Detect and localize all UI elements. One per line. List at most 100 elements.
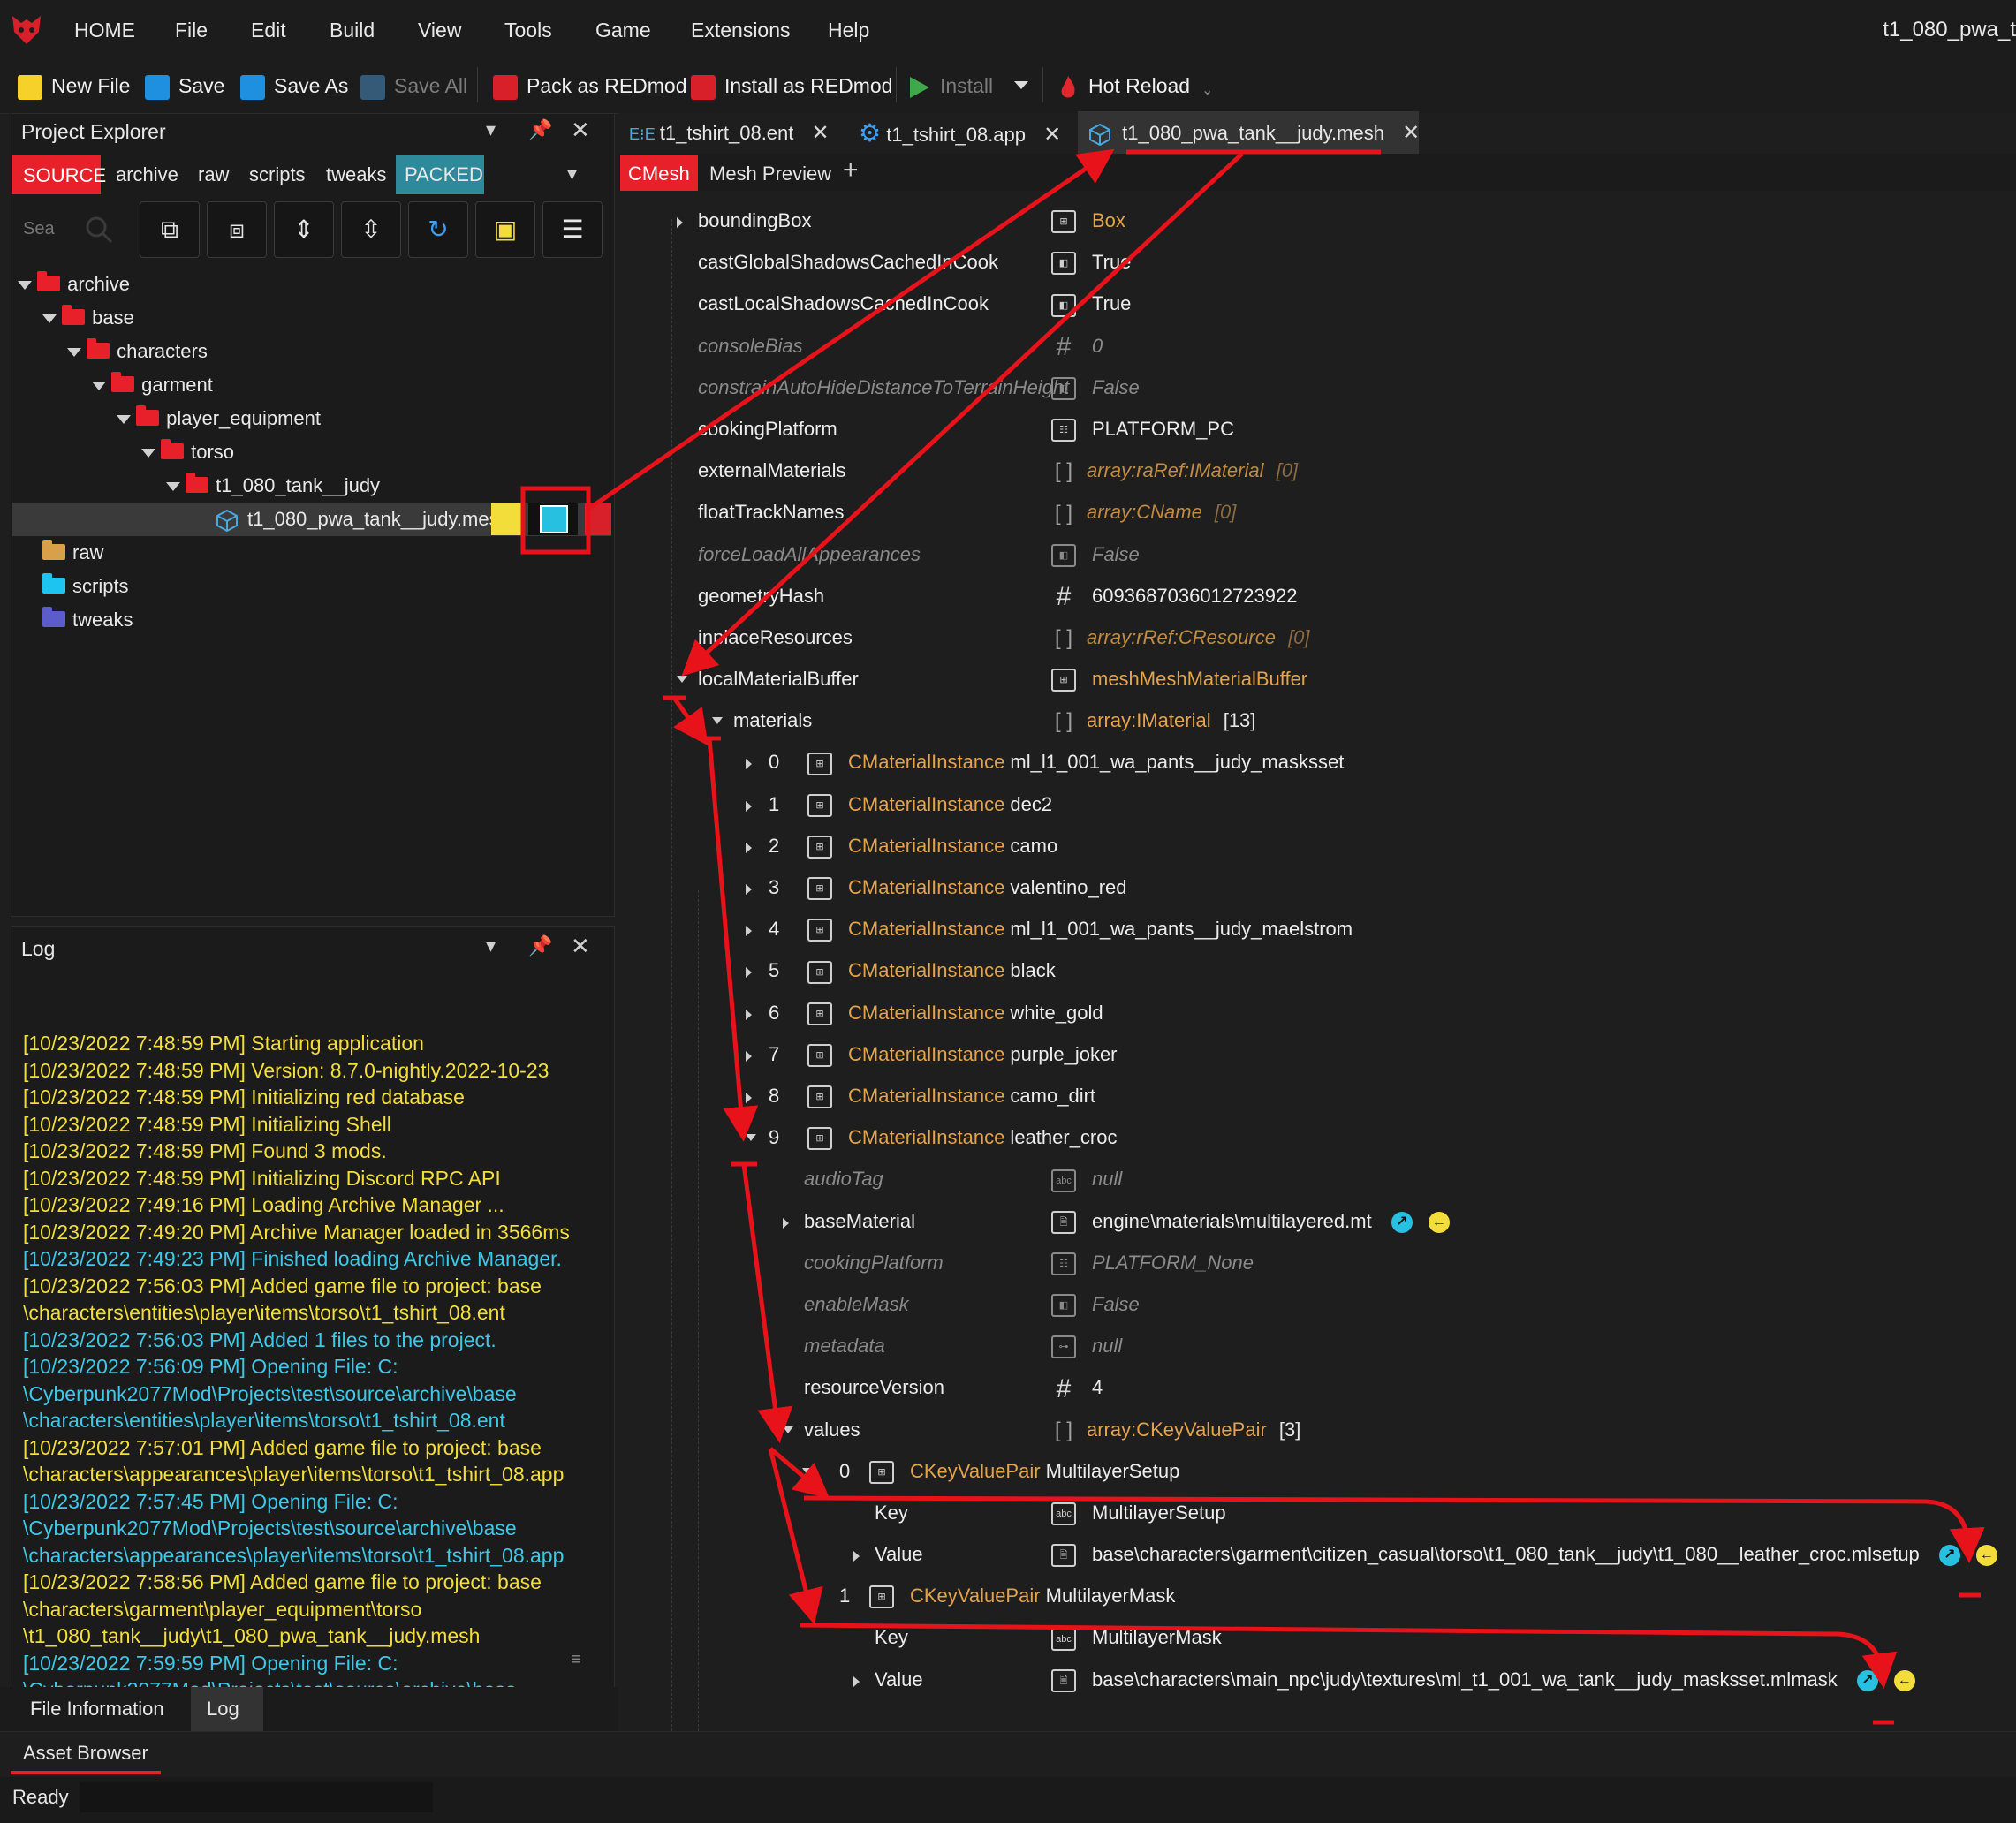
- collapse-caret-icon[interactable]: [802, 1592, 813, 1600]
- new-file-button[interactable]: New File: [18, 58, 130, 113]
- property-value[interactable]: 🗎 engine\materials\multilayered.mt ↗ ←: [1051, 1200, 1450, 1243]
- material-entry[interactable]: ⊞ CMaterialInstance ml_l1_001_wa_pants__j…: [807, 908, 1353, 950]
- doc-tab-app[interactable]: ⚙ t1_tshirt_08.app ✕: [859, 115, 1061, 152]
- tab-packed[interactable]: PACKED: [396, 155, 484, 194]
- tab-scripts[interactable]: scripts: [249, 163, 306, 186]
- expand-caret-icon[interactable]: [746, 1092, 752, 1103]
- doc-tab-ent[interactable]: E⁝E t1_tshirt_08.ent ✕: [629, 115, 830, 152]
- menu-edit[interactable]: Edit: [251, 0, 286, 58]
- menu-extensions[interactable]: Extensions: [691, 0, 791, 58]
- property-value[interactable]: [ ] array:CKeyValuePair [3]: [1051, 1409, 1300, 1451]
- install-dropdown-icon[interactable]: [1012, 76, 1030, 94]
- collapse-caret-icon[interactable]: [746, 1134, 756, 1142]
- expand-caret-icon[interactable]: [677, 217, 683, 228]
- pin-icon[interactable]: 📌: [528, 118, 552, 141]
- property-value[interactable]: #0: [1051, 325, 1103, 367]
- collapse-caret-icon[interactable]: [802, 1467, 813, 1475]
- tree-item-base[interactable]: base: [42, 301, 134, 335]
- property-value[interactable]: ◧ False: [1051, 367, 1140, 409]
- material-entry[interactable]: ⊞ CMaterialInstance purple_joker: [807, 1033, 1118, 1076]
- expand-caret-icon[interactable]: [746, 759, 752, 770]
- expand-caret-icon[interactable]: [853, 1551, 860, 1562]
- close-icon[interactable]: ✕: [1402, 121, 1420, 145]
- close-icon[interactable]: ✕: [812, 121, 830, 145]
- collapse-caret-icon[interactable]: [677, 676, 687, 684]
- expand-caret-icon[interactable]: [746, 967, 752, 979]
- open-link-icon[interactable]: ↗: [1938, 1545, 1960, 1567]
- expand-caret-icon[interactable]: [746, 1009, 752, 1020]
- refresh-button[interactable]: ↻: [408, 201, 468, 258]
- tree-item-raw[interactable]: raw: [42, 536, 103, 570]
- material-entry[interactable]: ⊞ CMaterialInstance black: [807, 949, 1056, 992]
- expand-caret-icon[interactable]: [783, 1217, 789, 1229]
- collapse-children-button[interactable]: ⇳: [341, 201, 401, 258]
- menu-help[interactable]: Help: [828, 0, 869, 58]
- word-wrap-icon[interactable]: ≡: [571, 1650, 581, 1670]
- go-back-icon[interactable]: ←: [1975, 1545, 1997, 1567]
- panel-dropdown-icon[interactable]: ▾: [486, 934, 496, 957]
- kv-pair-header[interactable]: ⊞ CKeyValuePair MultilayerMask: [869, 1575, 1175, 1617]
- search-box[interactable]: [21, 201, 118, 256]
- material-entry[interactable]: ⊞ CMaterialInstance white_gold: [807, 992, 1103, 1034]
- menu-button[interactable]: ☰: [542, 201, 603, 258]
- property-value[interactable]: #4: [1051, 1366, 1103, 1409]
- save-as-button[interactable]: Save As: [240, 58, 348, 113]
- tab-raw[interactable]: raw: [198, 163, 229, 186]
- material-entry[interactable]: ⊞ CMaterialInstance camo: [807, 825, 1057, 867]
- expand-all-button[interactable]: ⧉: [140, 201, 200, 258]
- property-value[interactable]: ◧ True: [1051, 241, 1131, 284]
- property-value[interactable]: [ ] array:raRef:IMaterial [0]: [1051, 450, 1298, 492]
- tabs-dropdown-icon[interactable]: ▾: [567, 163, 577, 185]
- kv-pair-header[interactable]: ⊞ CKeyValuePair MultilayerSetup: [869, 1450, 1179, 1493]
- menu-game[interactable]: Game: [595, 0, 651, 58]
- search-input[interactable]: [21, 214, 78, 244]
- material-entry[interactable]: ⊞ CMaterialInstance camo_dirt: [807, 1075, 1095, 1117]
- tree-item-torso[interactable]: torso: [141, 435, 234, 469]
- property-value[interactable]: #6093687036012723922: [1051, 575, 1298, 617]
- go-back-icon[interactable]: ←: [1428, 1211, 1450, 1233]
- delete-file-icon[interactable]: [585, 503, 611, 535]
- property-value[interactable]: ⊶ null: [1051, 1325, 1122, 1367]
- menu-view[interactable]: View: [418, 0, 461, 58]
- go-back-icon[interactable]: ←: [1893, 1669, 1915, 1691]
- install-button[interactable]: Install: [906, 58, 993, 113]
- expand-caret-icon[interactable]: [746, 842, 752, 853]
- save-all-button[interactable]: Save All: [360, 58, 467, 113]
- menu-build[interactable]: Build: [330, 0, 375, 58]
- tree-item-scripts[interactable]: scripts: [42, 570, 129, 603]
- tab-file-information[interactable]: File Information: [30, 1698, 164, 1721]
- property-value[interactable]: ☷ PLATFORM_PC: [1051, 408, 1234, 450]
- open-folder-button[interactable]: ▣: [475, 201, 535, 258]
- tab-cmesh[interactable]: CMesh: [620, 155, 698, 191]
- tab-source[interactable]: SOURCE: [12, 155, 106, 194]
- material-entry[interactable]: ⊞ CMaterialInstance ml_l1_001_wa_pants__j…: [807, 741, 1344, 783]
- property-value[interactable]: [ ] array:IMaterial [13]: [1051, 700, 1255, 742]
- expand-caret-icon[interactable]: [853, 1675, 860, 1687]
- tree-item-garment[interactable]: garment: [92, 368, 213, 402]
- tree-item-mesh-file[interactable]: t1_080_pwa_tank__judy.mesh: [216, 503, 510, 536]
- property-value[interactable]: 🗎 base\characters\garment\citizen_casual\…: [1051, 1533, 1997, 1576]
- tree-item-characters[interactable]: characters: [67, 335, 208, 368]
- property-value[interactable]: ◧ True: [1051, 283, 1131, 325]
- open-in-explorer-icon[interactable]: [491, 503, 523, 535]
- close-icon[interactable]: ✕: [571, 933, 590, 960]
- property-value[interactable]: [ ] array:rRef:CResource [0]: [1051, 616, 1310, 659]
- expand-children-button[interactable]: ⇕: [274, 201, 334, 258]
- property-value[interactable]: abc MultilayerSetup: [1051, 1492, 1226, 1534]
- property-value[interactable]: ⊞ Box: [1051, 200, 1125, 242]
- property-value[interactable]: ☷ PLATFORM_None: [1051, 1242, 1254, 1284]
- save-button[interactable]: Save: [145, 58, 224, 113]
- tree-item-t1-080-tank-judy[interactable]: t1_080_tank__judy: [166, 469, 380, 503]
- close-icon[interactable]: ✕: [1043, 123, 1061, 147]
- close-icon[interactable]: ✕: [571, 117, 590, 144]
- property-value[interactable]: ⊞ meshMeshMaterialBuffer: [1051, 658, 1307, 700]
- tree-item-tweaks[interactable]: tweaks: [42, 603, 133, 637]
- material-entry[interactable]: ⊞ CMaterialInstance dec2: [807, 783, 1052, 826]
- menu-file[interactable]: File: [175, 0, 208, 58]
- install-redmod-button[interactable]: Install as REDmod: [691, 58, 892, 113]
- material-entry[interactable]: ⊞ CMaterialInstance leather_croc: [807, 1116, 1118, 1159]
- property-value[interactable]: ◧ False: [1051, 533, 1140, 576]
- tab-tweaks[interactable]: tweaks: [326, 163, 386, 186]
- expand-caret-icon[interactable]: [746, 884, 752, 896]
- collapse-all-button[interactable]: ⧈: [207, 201, 267, 258]
